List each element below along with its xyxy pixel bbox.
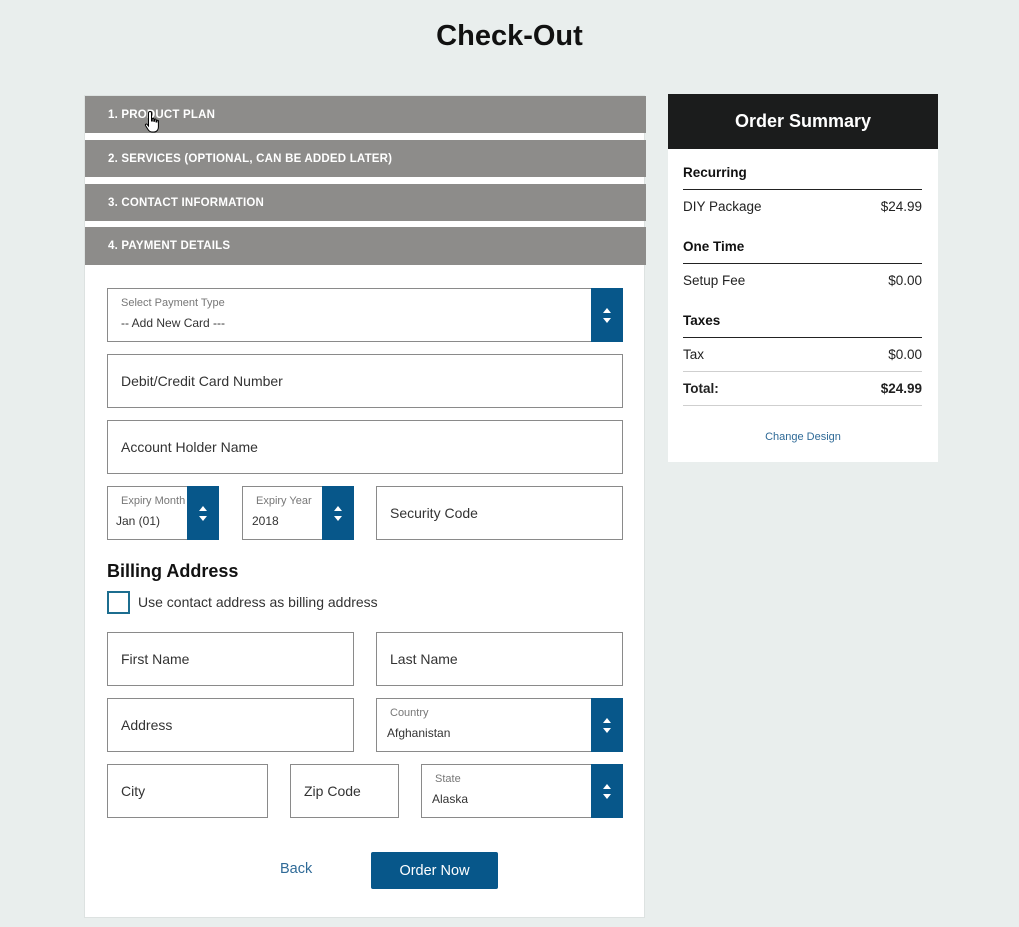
city-input[interactable]: City (107, 764, 268, 818)
chevron-up-icon (334, 505, 342, 511)
state-value: Alaska (432, 792, 469, 806)
first-name-input[interactable]: First Name (107, 632, 354, 686)
one-time-heading: One Time (683, 239, 745, 254)
recurring-item-name: DIY Package (683, 199, 762, 214)
chevron-down-icon (603, 793, 611, 799)
back-link[interactable]: Back (280, 861, 312, 877)
order-now-button[interactable]: Order Now (371, 852, 498, 889)
expiry-year-label: Expiry Year (256, 495, 312, 507)
chevron-up-icon (603, 717, 611, 723)
recurring-item-price: $24.99 (880, 199, 922, 214)
expiry-month-value: Jan (01) (116, 514, 161, 528)
chevron-down-icon (603, 317, 611, 323)
taxes-heading: Taxes (683, 313, 721, 328)
step-services[interactable]: 2. SERVICES (OPTIONAL, CAN BE ADDED LATE… (85, 140, 646, 177)
recurring-heading: Recurring (683, 165, 747, 180)
one-time-item-name: Setup Fee (683, 273, 746, 288)
expiry-month-spinner[interactable] (187, 486, 219, 540)
expiry-month-select[interactable]: Expiry Month Jan (01) (107, 486, 219, 540)
payment-type-select[interactable]: Select Payment Type -- Add New Card --- (107, 288, 623, 342)
chevron-up-icon (199, 505, 207, 511)
hand-pointer-icon (144, 110, 159, 133)
card-number-placeholder: Debit/Credit Card Number (121, 373, 283, 389)
one-time-item-price: $0.00 (888, 273, 922, 288)
state-spinner[interactable] (591, 764, 623, 818)
city-placeholder: City (121, 783, 146, 799)
divider (683, 405, 922, 406)
total-label: Total: (683, 381, 719, 396)
first-name-placeholder: First Name (121, 651, 190, 667)
payment-type-value: -- Add New Card --- (121, 316, 226, 330)
security-code-input[interactable]: Security Code (376, 486, 623, 540)
expiry-year-value: 2018 (252, 514, 279, 528)
country-select[interactable]: Country Afghanistan (376, 698, 623, 752)
billing-address-heading: Billing Address (107, 561, 239, 581)
tax-item-price: $0.00 (888, 347, 922, 362)
country-spinner[interactable] (591, 698, 623, 752)
change-design-link[interactable]: Change Design (668, 431, 938, 443)
address-placeholder: Address (121, 717, 173, 733)
account-holder-name-placeholder: Account Holder Name (121, 439, 258, 455)
country-label: Country (390, 707, 429, 719)
order-summary-panel: Order Summary Recurring DIY Package $24.… (668, 94, 938, 462)
use-contact-address-label[interactable]: Use contact address as billing address (138, 594, 378, 610)
last-name-input[interactable]: Last Name (376, 632, 623, 686)
security-code-placeholder: Security Code (390, 505, 478, 521)
chevron-down-icon (334, 515, 342, 521)
state-select[interactable]: State Alaska (421, 764, 623, 818)
tax-item-name: Tax (683, 347, 705, 362)
order-summary-title: Order Summary (668, 94, 938, 149)
recurring-item-row: DIY Package $24.99 (683, 199, 922, 214)
address-input[interactable]: Address (107, 698, 354, 752)
expiry-month-label: Expiry Month (121, 495, 186, 507)
payment-type-spinner[interactable] (591, 288, 623, 342)
divider (683, 337, 922, 338)
chevron-down-icon (603, 727, 611, 733)
payment-type-label: Select Payment Type (121, 297, 225, 309)
divider (683, 371, 922, 372)
chevron-up-icon (603, 307, 611, 313)
step-contact-information[interactable]: 3. CONTACT INFORMATION (85, 184, 646, 221)
tax-item-row: Tax $0.00 (683, 347, 922, 362)
last-name-placeholder: Last Name (390, 651, 458, 667)
one-time-item-row: Setup Fee $0.00 (683, 273, 922, 288)
total-price: $24.99 (880, 381, 922, 396)
expiry-year-spinner[interactable] (322, 486, 354, 540)
state-label: State (435, 773, 461, 785)
step-payment-details[interactable]: 4. PAYMENT DETAILS (85, 227, 646, 265)
checkout-form-panel: 1. PRODUCT PLAN 2. SERVICES (OPTIONAL, C… (84, 95, 646, 918)
country-value: Afghanistan (387, 726, 451, 740)
use-contact-address-checkbox[interactable] (107, 591, 130, 614)
zip-code-placeholder: Zip Code (304, 783, 361, 799)
zip-code-input[interactable]: Zip Code (290, 764, 399, 818)
account-holder-name-input[interactable]: Account Holder Name (107, 420, 623, 474)
total-row: Total: $24.99 (683, 381, 922, 396)
step-product-plan[interactable]: 1. PRODUCT PLAN (85, 96, 646, 133)
chevron-down-icon (199, 515, 207, 521)
page-title: Check-Out (436, 20, 583, 52)
divider (683, 263, 922, 264)
divider (683, 189, 922, 190)
card-number-input[interactable]: Debit/Credit Card Number (107, 354, 623, 408)
chevron-up-icon (603, 783, 611, 789)
expiry-year-select[interactable]: Expiry Year 2018 (242, 486, 354, 540)
